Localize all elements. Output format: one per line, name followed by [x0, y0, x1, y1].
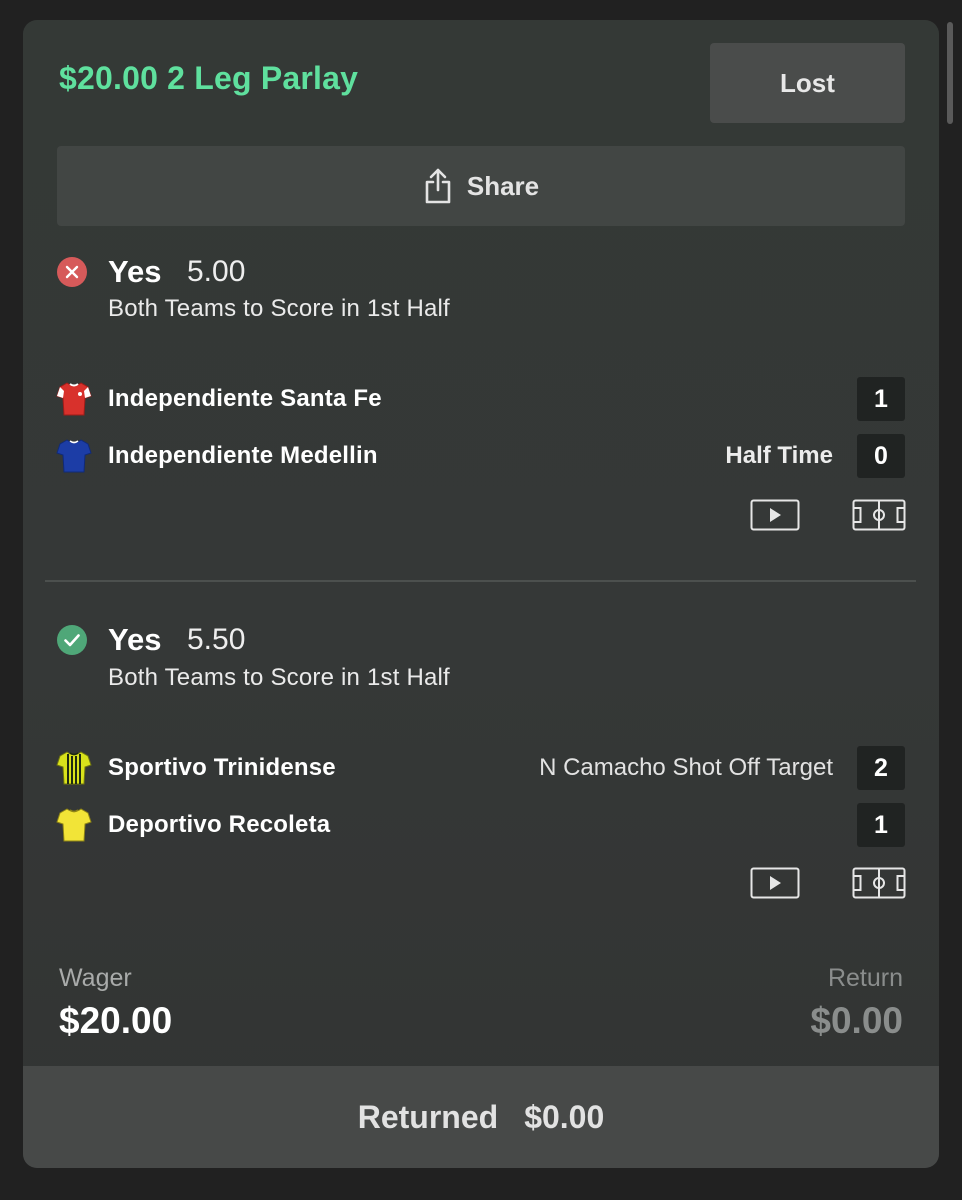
- pitch-icon[interactable]: [852, 867, 906, 899]
- team-name: Deportivo Recoleta: [108, 811, 331, 838]
- share-label: Share: [466, 170, 540, 201]
- jersey-icon: [56, 751, 92, 785]
- video-icon[interactable]: [750, 499, 800, 531]
- match-event: N Camacho Shot Off Target: [539, 754, 833, 781]
- wager-label: Wager: [59, 964, 132, 992]
- jersey-icon: [56, 382, 92, 416]
- team-row: Sportivo Trinidense N Camacho Shot Off T…: [23, 746, 939, 790]
- scrollbar[interactable]: [947, 22, 953, 124]
- team-name: Sportivo Trinidense: [108, 754, 336, 781]
- team-score: 0: [857, 434, 905, 478]
- team-row: Independiente Medellin Half Time 0: [23, 434, 939, 478]
- leg-market: Both Teams to Score in 1st Half: [108, 664, 450, 691]
- video-icon[interactable]: [750, 867, 800, 899]
- returned-value: $0.00: [524, 1098, 605, 1135]
- team-score: 2: [857, 746, 905, 790]
- leg-divider: [45, 580, 916, 582]
- team-row: Independiente Santa Fe 1: [23, 377, 939, 421]
- share-button[interactable]: Share: [57, 146, 905, 226]
- media-row: [23, 867, 939, 901]
- team-name: Independiente Medellin: [108, 442, 378, 469]
- match-status: Half Time: [725, 442, 833, 469]
- leg-selection: Yes: [108, 254, 162, 289]
- leg-market: Both Teams to Score in 1st Half: [108, 295, 450, 322]
- share-icon: [425, 168, 451, 204]
- returned-bar: Returned $0.00: [23, 1066, 939, 1168]
- bet-card: $20.00 2 Leg Parlay Lost Share Yes 5.00 …: [23, 20, 939, 1168]
- wager-value: $20.00: [59, 1000, 173, 1041]
- media-row: [23, 499, 939, 533]
- parlay-title: $20.00 2 Leg Parlay: [59, 60, 359, 96]
- leg-odds: 5.50: [187, 623, 246, 656]
- return-value: $0.00: [810, 1000, 903, 1041]
- returned-label: Returned: [357, 1098, 499, 1135]
- team-row: Deportivo Recoleta 1: [23, 803, 939, 847]
- return-label: Return: [827, 964, 903, 992]
- jersey-icon: [56, 808, 92, 842]
- leg-odds: 5.00: [187, 255, 246, 288]
- status-button[interactable]: Lost: [710, 43, 905, 123]
- lost-x-icon: [57, 257, 87, 287]
- won-check-icon: [57, 625, 87, 655]
- leg-selection: Yes: [108, 622, 162, 657]
- pitch-icon[interactable]: [852, 499, 906, 531]
- team-name: Independiente Santa Fe: [108, 385, 382, 412]
- jersey-icon: [56, 439, 92, 473]
- team-score: 1: [857, 377, 905, 421]
- bet-screen: $20.00 2 Leg Parlay Lost Share Yes 5.00 …: [0, 0, 962, 1200]
- team-score: 1: [857, 803, 905, 847]
